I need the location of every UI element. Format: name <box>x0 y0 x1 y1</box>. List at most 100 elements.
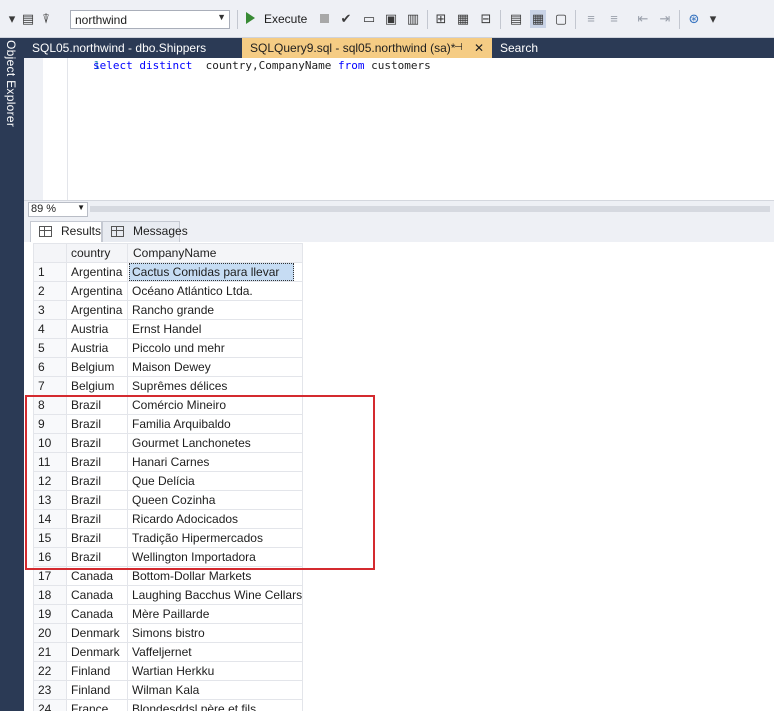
table-row[interactable]: 24 France Blondesddsl père et fils <box>33 699 304 711</box>
grid-view-icon[interactable]: ▦ <box>530 10 546 28</box>
comment-icon[interactable]: ≡ <box>583 10 599 28</box>
table-row[interactable]: 7 Belgium Suprêmes délices <box>33 376 304 396</box>
row-number-cell-text: 6 <box>38 360 45 374</box>
table-row[interactable]: 6 Belgium Maison Dewey <box>33 357 304 377</box>
dropdown-arrow-icon[interactable]: ▾ <box>4 10 20 28</box>
country-cell-text: Finland <box>71 664 111 678</box>
table-row[interactable]: 18 Canada Laughing Bacchus Wine Cellars <box>33 585 304 605</box>
table-row[interactable]: 19 Canada Mère Paillarde <box>33 604 304 624</box>
company-name-cell[interactable]: Blondesddsl père et fils <box>126 699 304 711</box>
client-stats-icon[interactable]: ▤ <box>508 10 524 28</box>
row-number-cell[interactable]: 6 <box>33 357 67 377</box>
country-cell[interactable]: Argentina <box>66 300 128 320</box>
row-number-cell[interactable]: 22 <box>33 661 67 681</box>
row-number-cell[interactable]: 24 <box>33 699 67 711</box>
country-cell[interactable]: France <box>66 699 128 711</box>
query-options-icon[interactable]: ▦ <box>455 10 471 28</box>
company-name-cell[interactable]: Piccolo und mehr <box>126 338 304 358</box>
company-name-cell-text: Ernst Handel <box>132 322 202 336</box>
company-name-cell[interactable]: Wilman Kala <box>126 680 304 700</box>
zoom-select[interactable]: 89 % ▼ <box>28 202 88 217</box>
row-number-cell[interactable]: 23 <box>33 680 67 700</box>
company-name-cell[interactable]: Maison Dewey <box>126 357 304 377</box>
country-cell[interactable]: Austria <box>66 319 128 339</box>
tab-search[interactable]: Search <box>492 38 572 58</box>
include-plan-icon[interactable]: ⊟ <box>478 10 494 28</box>
database-select[interactable]: northwind ▼ <box>70 10 230 29</box>
uncomment-icon[interactable]: ≡ <box>606 10 622 28</box>
country-cell[interactable]: Argentina <box>66 281 128 301</box>
company-name-cell[interactable]: Simons bistro <box>126 623 304 643</box>
country-cell[interactable]: Austria <box>66 338 128 358</box>
row-number-cell[interactable]: 3 <box>33 300 67 320</box>
row-number-cell[interactable]: 18 <box>33 585 67 605</box>
messages-icon <box>111 226 124 237</box>
pin-icon[interactable]: ⊣ <box>454 38 463 58</box>
tab-messages[interactable]: Messages <box>102 221 188 242</box>
country-cell[interactable]: Argentina <box>66 262 128 282</box>
row-number-cell[interactable]: 20 <box>33 623 67 643</box>
row-number-cell[interactable]: 21 <box>33 642 67 662</box>
filter-icon[interactable]: ⍒ <box>38 10 54 28</box>
results-to-text-icon[interactable]: ▭ <box>361 10 377 28</box>
horizontal-scrollbar[interactable] <box>90 206 770 212</box>
country-cell[interactable]: Finland <box>66 680 128 700</box>
company-name-cell[interactable]: Suprêmes délices <box>126 376 304 396</box>
country-cell[interactable]: Denmark <box>66 642 128 662</box>
row-number-header[interactable] <box>33 243 67 263</box>
company-name-cell[interactable]: Mère Paillarde <box>126 604 304 624</box>
object-explorer-strip[interactable]: Object Explorer <box>0 38 24 711</box>
country-cell[interactable]: Canada <box>66 604 128 624</box>
tab-results[interactable]: Results <box>30 221 102 242</box>
query-editor[interactable]: 1 select distinct country,CompanyName fr… <box>24 58 774 200</box>
row-number-cell[interactable]: 19 <box>33 604 67 624</box>
row-number-cell[interactable]: 7 <box>33 376 67 396</box>
country-cell[interactable]: Canada <box>66 585 128 605</box>
table-row[interactable]: 22 Finland Wartian Herkku <box>33 661 304 681</box>
company-name-cell[interactable]: Laughing Bacchus Wine Cellars <box>126 585 304 605</box>
code-line[interactable]: select distinct country,CompanyName from… <box>93 59 431 72</box>
row-number-cell[interactable]: 5 <box>33 338 67 358</box>
company-name-cell[interactable]: Océano Atlántico Ltda. <box>126 281 304 301</box>
column-header-country[interactable]: country <box>66 243 128 263</box>
company-name-cell[interactable]: Cactus Comidas para llevar <box>126 262 304 282</box>
column-header-companyname[interactable]: CompanyName <box>126 243 304 263</box>
table-row[interactable]: 4 Austria Ernst Handel <box>33 319 304 339</box>
row-number-cell[interactable]: 2 <box>33 281 67 301</box>
country-cell-text: Belgium <box>71 360 115 374</box>
table-row[interactable]: 23 Finland Wilman Kala <box>33 680 304 700</box>
new-query-icon[interactable]: ▤ <box>20 10 36 28</box>
country-cell[interactable]: Finland <box>66 661 128 681</box>
parse-check-icon[interactable]: ✔ <box>338 10 354 28</box>
row-number-cell[interactable]: 1 <box>33 262 67 282</box>
stop-icon[interactable] <box>320 14 329 23</box>
code-text: customers <box>364 59 431 72</box>
results-to-grid-icon[interactable]: ▣ <box>383 10 399 28</box>
results-to-file-icon[interactable]: ▥ <box>405 10 421 28</box>
company-name-cell[interactable]: Ernst Handel <box>126 319 304 339</box>
country-cell[interactable]: Belgium <box>66 376 128 396</box>
close-icon[interactable]: ✕ <box>474 38 484 58</box>
more-options-icon[interactable]: ▾ <box>707 10 719 28</box>
decrease-indent-icon[interactable]: ⇤ <box>635 10 651 28</box>
toolbar-separator <box>237 10 238 29</box>
tab-sqlquery9[interactable]: SQLQuery9.sql - sql05.northwind (sa)* ⊣ … <box>242 38 492 58</box>
row-number-cell[interactable]: 4 <box>33 319 67 339</box>
company-name-cell[interactable]: Rancho grande <box>126 300 304 320</box>
table-row[interactable]: 1 Argentina Cactus Comidas para llevar <box>33 262 304 282</box>
company-name-cell[interactable]: Vaffeljernet <box>126 642 304 662</box>
execute-button[interactable]: Execute <box>244 10 316 29</box>
tab-shippers[interactable]: SQL05.northwind - dbo.Shippers <box>24 38 242 58</box>
table-row[interactable]: 21 Denmark Vaffeljernet <box>33 642 304 662</box>
table-row[interactable]: 2 Argentina Océano Atlántico Ltda. <box>33 281 304 301</box>
table-row[interactable]: 3 Argentina Rancho grande <box>33 300 304 320</box>
table-row[interactable]: 20 Denmark Simons bistro <box>33 623 304 643</box>
show-results-pane-icon[interactable]: ▢ <box>553 10 569 28</box>
company-name-cell[interactable]: Wartian Herkku <box>126 661 304 681</box>
table-row[interactable]: 5 Austria Piccolo und mehr <box>33 338 304 358</box>
country-cell[interactable]: Denmark <box>66 623 128 643</box>
increase-indent-icon[interactable]: ⇥ <box>657 10 673 28</box>
country-cell[interactable]: Belgium <box>66 357 128 377</box>
intellisense-icon[interactable]: ⊛ <box>686 10 702 28</box>
display-plan-icon[interactable]: ⊞ <box>433 10 449 28</box>
